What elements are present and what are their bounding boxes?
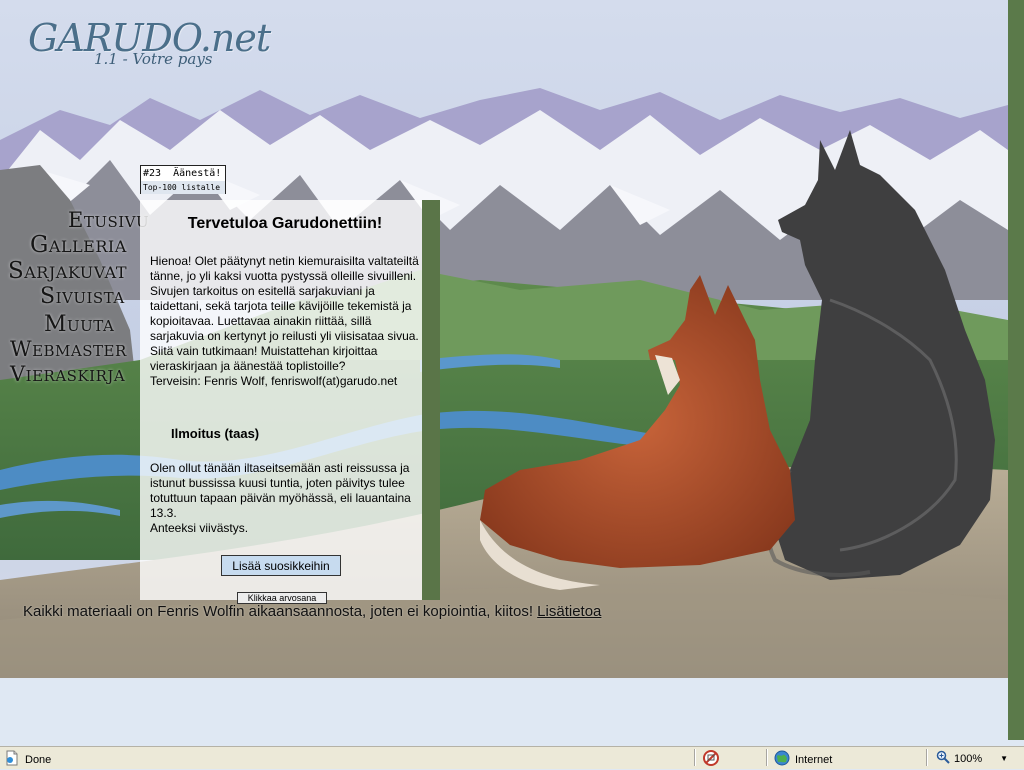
- welcome-signature: Terveisin: Fenris Wolf, fenriswolf(at)ga…: [150, 374, 398, 388]
- nav-item-sarjakuvat[interactable]: Sarjakuvat: [8, 258, 127, 284]
- announcement-text: Olen ollut tänään iltaseitsemään asti re…: [150, 461, 422, 536]
- page-done-icon: [4, 750, 20, 769]
- nav-item-galleria[interactable]: Galleria: [30, 232, 127, 258]
- statusbar-separator: [694, 749, 696, 766]
- add-to-favorites-button[interactable]: Lisää suosikkeihin: [221, 555, 341, 576]
- content-panel: Tervetuloa Garudonettiin! Hienoa! Olet p…: [140, 200, 422, 604]
- announcement-title: Ilmoitus (taas): [171, 426, 260, 441]
- zone-text: Internet: [795, 753, 833, 766]
- page-footer: Kaikki materiaali on Fenris Wolfin aikaa…: [23, 603, 601, 620]
- zoom-icon: [936, 750, 950, 767]
- nav-item-muuta[interactable]: Muuta: [44, 312, 114, 337]
- vertical-scrollbar[interactable]: [1008, 0, 1024, 740]
- site-logo[interactable]: GARUDO.net 1.1 - Votre pays: [28, 16, 271, 68]
- announcement-apology: Anteeksi viivästys.: [150, 521, 249, 535]
- browser-statusbar: Done Internet 100% ▼: [0, 746, 1024, 769]
- zoom-control[interactable]: 100% ▼: [936, 750, 1008, 767]
- zoom-level: 100%: [954, 752, 983, 765]
- nav-item-vieraskirja[interactable]: Vieraskirja: [10, 362, 125, 386]
- statusbar-separator: [766, 749, 768, 766]
- page-viewport: GARUDO.net 1.1 - Votre pays Etusivu Gall…: [0, 0, 1008, 678]
- content-panel-border: [422, 200, 440, 600]
- copyright-text: Kaikki materiaali on Fenris Wolfin aikaa…: [23, 603, 533, 620]
- dropdown-arrow-icon[interactable]: ▼: [1000, 754, 1008, 763]
- nav-item-webmaster[interactable]: Webmaster: [10, 337, 127, 361]
- toplist-rank: #23: [143, 168, 162, 179]
- page-blank-area: [0, 678, 1008, 740]
- toplist-vote-label: Äänestä!: [173, 168, 222, 179]
- nav-item-sivuista[interactable]: Sivuista: [40, 284, 125, 309]
- internet-globe-icon: [774, 750, 790, 769]
- more-info-link[interactable]: Lisätietoa: [537, 603, 601, 620]
- welcome-text: Hienoa! Olet päätynyt netin kiemuraisilt…: [150, 254, 422, 389]
- nav-item-etusivu[interactable]: Etusivu: [68, 208, 149, 232]
- toplist-caption: Top-100 listalle: [141, 181, 225, 194]
- logo-version: 1.1 - Votre pays: [94, 50, 213, 68]
- popup-blocker-icon[interactable]: [702, 749, 720, 770]
- statusbar-separator: [926, 749, 928, 766]
- security-zone: Internet: [774, 750, 832, 769]
- welcome-title: Tervetuloa Garudonettiin!: [187, 215, 383, 232]
- toplist-vote-badge[interactable]: #23 Äänestä! Top-100 listalle: [140, 165, 226, 194]
- status-done: Done: [4, 750, 51, 769]
- welcome-body: Hienoa! Olet päätynyt netin kiemuraisilt…: [150, 254, 419, 373]
- announcement-body: Olen ollut tänään iltaseitsemään asti re…: [150, 461, 411, 520]
- status-text: Done: [25, 753, 52, 766]
